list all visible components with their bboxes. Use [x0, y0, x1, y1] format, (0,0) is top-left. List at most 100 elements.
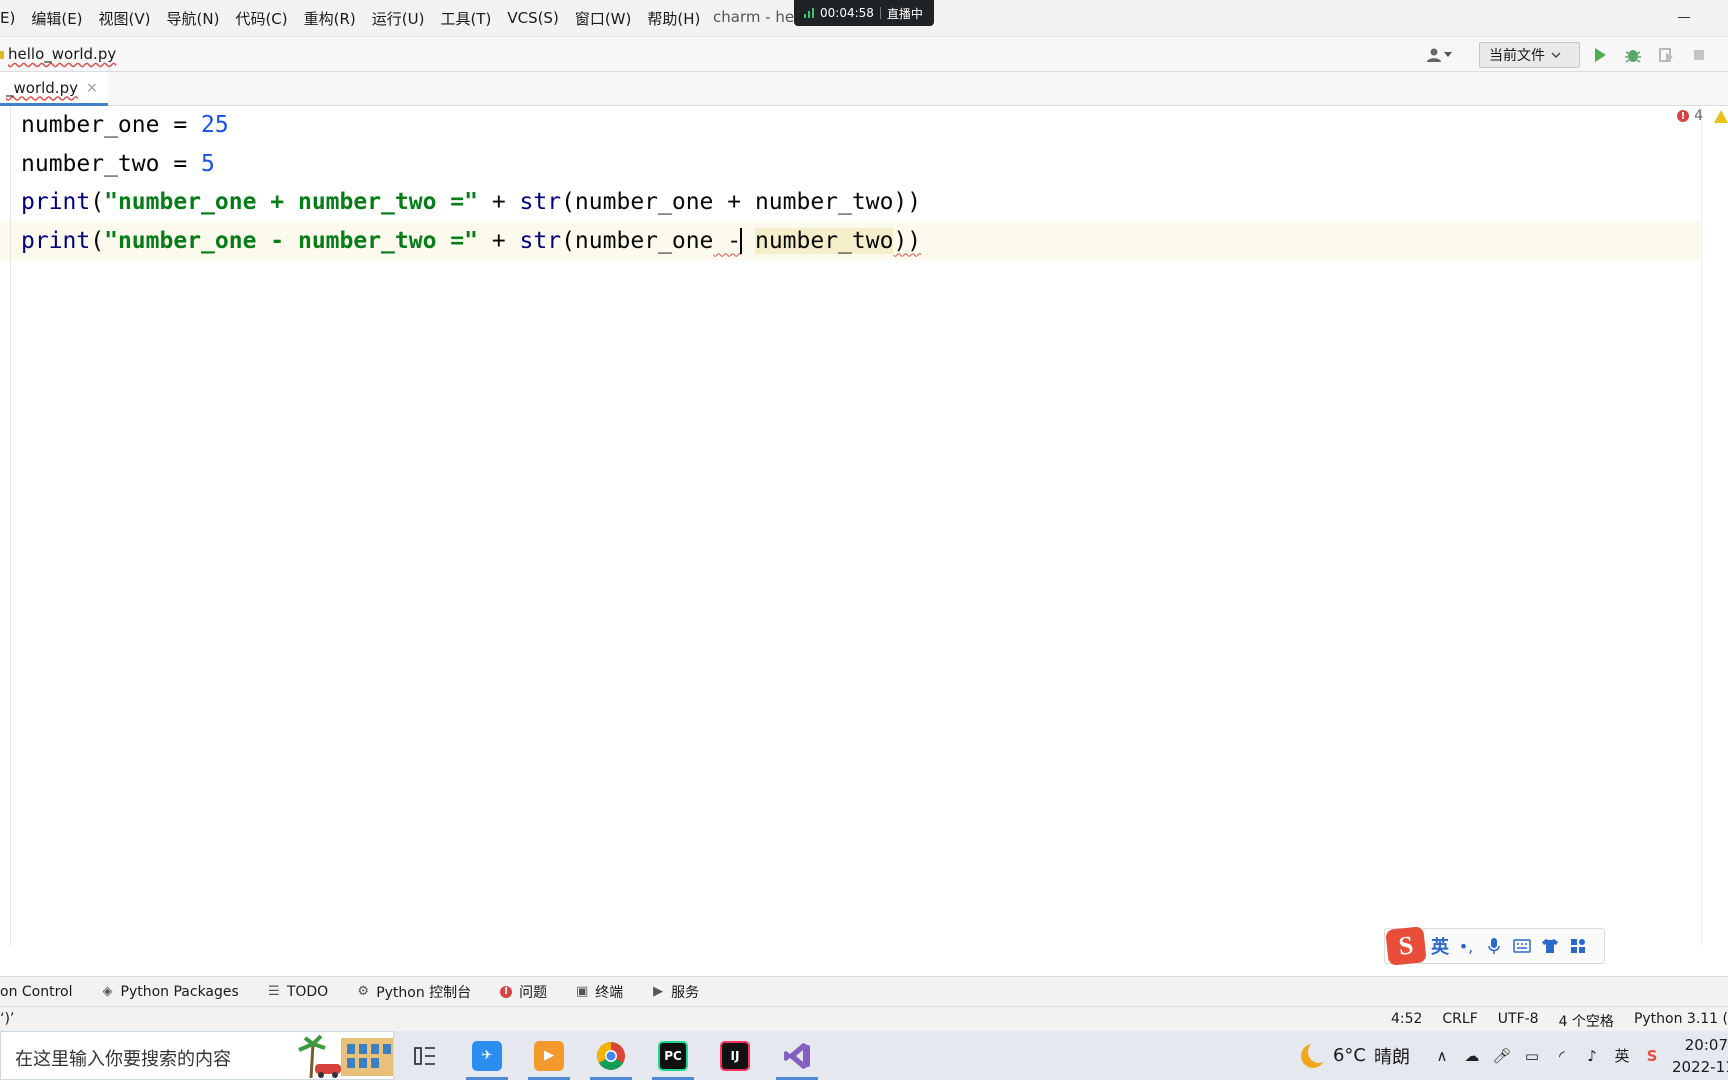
status-message: ‘)’	[0, 1011, 15, 1027]
menu-edit[interactable]: 编辑(E)	[31, 8, 82, 29]
pycharm-icon: PC	[658, 1040, 688, 1071]
wifi-icon[interactable]: ◜	[1552, 1046, 1572, 1066]
operator: +	[477, 189, 520, 215]
run-icon[interactable]	[1591, 46, 1609, 64]
stop-icon[interactable]	[1690, 46, 1708, 64]
paren: (	[90, 227, 105, 254]
moon-icon	[1300, 1040, 1330, 1068]
taskbar-app-feishu[interactable]: ✈	[458, 1031, 516, 1080]
cloud-icon[interactable]: ☁	[1462, 1046, 1482, 1066]
code-content[interactable]: number_one = 25 number_two = 5 print("nu…	[21, 106, 921, 260]
weather-desc: 晴朗	[1374, 1046, 1410, 1068]
code-line-4: print("number_one - number_two =" + str(…	[21, 222, 921, 261]
menu-tools[interactable]: 工具(T)	[440, 8, 491, 29]
skin-icon[interactable]	[1539, 936, 1561, 956]
string-literal: "number_one + number_two ="	[104, 189, 478, 215]
debug-icon[interactable]	[1624, 46, 1642, 64]
weather-widget[interactable]: 6°C 晴朗	[1300, 1040, 1410, 1069]
operator: =	[159, 112, 202, 138]
punctuation-icon[interactable]: •,	[1455, 936, 1477, 956]
inspection-widget[interactable]: ! 4	[1677, 108, 1728, 124]
menu-window[interactable]: 窗口(W)	[575, 8, 632, 29]
clock[interactable]: 20:07 2022-11	[1672, 1034, 1728, 1078]
identifier: number_one	[21, 112, 160, 138]
mic-icon[interactable]	[1483, 936, 1505, 956]
tool-services[interactable]: ▶ 服务	[651, 982, 699, 1002]
clock-time: 20:07	[1684, 1035, 1728, 1054]
taskbar-app-recorder[interactable]: ▶	[520, 1031, 578, 1080]
toolbox-icon[interactable]	[1567, 936, 1589, 956]
chrome-icon	[597, 1041, 625, 1070]
task-view-button[interactable]	[396, 1031, 454, 1080]
chevron-up-icon[interactable]: ∧	[1432, 1046, 1452, 1066]
editor-scrollbar[interactable]	[1701, 106, 1702, 946]
syntax-error-token: ))	[893, 227, 922, 254]
menu-code[interactable]: 代码(C)	[235, 8, 287, 29]
tool-terminal[interactable]: ▣ 终端	[575, 982, 623, 1002]
taskbar-app-visual-studio[interactable]	[768, 1031, 826, 1080]
intellij-icon: IJ	[720, 1040, 750, 1071]
live-stream-badge: 00:04:58 直播中	[794, 0, 934, 26]
system-tray: 6°C 晴朗 ∧ ☁ 🎤︎ ▭ ◜ ♪ 英 S 20:07 2022-11	[1300, 1031, 1728, 1080]
menu-view[interactable]: 视图(V)	[99, 8, 151, 29]
builtin-function: print	[21, 189, 91, 215]
user-menu-button[interactable]	[1426, 45, 1456, 65]
menu-help[interactable]: 帮助(H)	[647, 8, 700, 29]
search-placeholder: 在这里输入你要搜索的内容	[15, 1049, 231, 1070]
caret-position[interactable]: 4:52	[1391, 1011, 1422, 1031]
ime-lang-indicator[interactable]: 英	[1612, 1046, 1632, 1066]
sogou-tray-icon[interactable]: S	[1642, 1046, 1662, 1066]
tool-label: 问题	[519, 984, 548, 1001]
battery-icon[interactable]: ▭	[1522, 1046, 1542, 1066]
menu-run[interactable]: 运行(U)	[372, 8, 425, 29]
call-args: (number_one	[561, 227, 714, 254]
file-encoding[interactable]: UTF-8	[1498, 1011, 1539, 1031]
builtin-function: str	[519, 189, 562, 215]
indent-setting[interactable]: 4 个空格	[1559, 1011, 1614, 1031]
string-literal: "number_one - number_two ="	[104, 227, 478, 254]
recorder-icon: ▶	[534, 1040, 564, 1071]
tool-label: on Control	[0, 983, 73, 1000]
taskbar-app-intellij[interactable]: IJ	[706, 1031, 764, 1080]
taskbar-app-pycharm[interactable]: PC	[644, 1031, 702, 1080]
identifier: number_two	[21, 150, 160, 177]
visual-studio-icon	[784, 1042, 810, 1069]
code-editor[interactable]: ! 4 number_one = 25 number_two = 5 print…	[0, 106, 1728, 946]
tool-todo[interactable]: ☰ TODO	[267, 984, 328, 1000]
minimize-icon[interactable]	[1678, 17, 1690, 18]
syntax-error-token: -	[713, 227, 742, 254]
number-literal: 25	[201, 112, 229, 138]
error-icon: !	[1677, 110, 1690, 122]
chevron-down-icon	[1444, 52, 1452, 57]
close-icon[interactable]: ×	[86, 80, 98, 96]
keyboard-icon[interactable]	[1511, 936, 1533, 956]
chevron-down-icon	[1551, 52, 1561, 58]
ime-toolbar[interactable]: S 英 •,	[1384, 926, 1605, 966]
volume-icon[interactable]: ♪	[1582, 1046, 1602, 1066]
highlighted-identifier: number_two	[754, 227, 894, 254]
taskbar-search[interactable]: 在这里输入你要搜索的内容	[0, 1031, 394, 1080]
menu-refactor[interactable]: 重构(R)	[304, 8, 356, 29]
tool-version-control[interactable]: on Control	[0, 984, 73, 1000]
tool-problems[interactable]: ! 问题	[499, 982, 547, 1002]
mic-icon[interactable]: 🎤︎	[1492, 1046, 1512, 1066]
tool-python-console[interactable]: ⚙ Python 控制台	[356, 982, 471, 1002]
navigation-bar: hello_world.py 当前文件	[0, 36, 1728, 72]
menu-vcs[interactable]: VCS(S)	[507, 9, 558, 27]
tool-label: Python 控制台	[376, 984, 472, 1001]
tool-python-packages[interactable]: ◈ Python Packages	[101, 984, 239, 1000]
menu-file[interactable]: E)	[0, 9, 15, 27]
tool-window-bar: on Control ◈ Python Packages ☰ TODO ⚙ Pytho…	[0, 976, 1728, 1006]
ime-mode[interactable]: 英	[1431, 933, 1449, 959]
task-view-icon	[414, 1046, 435, 1065]
line-separator[interactable]: CRLF	[1442, 1011, 1477, 1031]
breadcrumb-file[interactable]: hello_world.py	[8, 45, 116, 63]
run-config-select[interactable]: 当前文件	[1479, 42, 1580, 68]
menu-navigate[interactable]: 导航(N)	[167, 8, 220, 29]
tab-hello-world[interactable]: _world.py ×	[0, 72, 108, 106]
operator: =	[159, 150, 202, 177]
tab-label: _world.py	[6, 78, 78, 97]
taskbar-app-chrome[interactable]	[582, 1031, 640, 1080]
run-with-coverage-icon[interactable]	[1657, 46, 1675, 64]
python-interpreter[interactable]: Python 3.11 (	[1634, 1011, 1728, 1031]
